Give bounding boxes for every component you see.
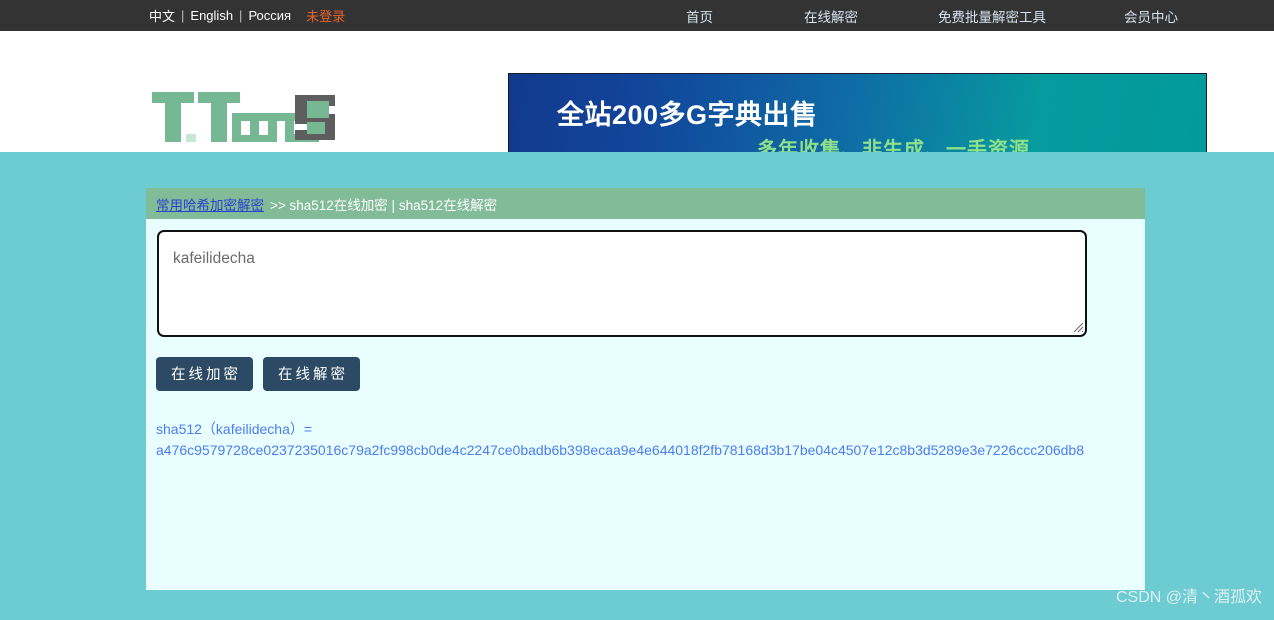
- page-body: 常用哈希加密解密 >> sha512在线加密 | sha512在线解密 在线加密…: [0, 152, 1274, 620]
- csdn-watermark: CSDN @清丶酒孤欢: [1115, 589, 1262, 606]
- plaintext-input[interactable]: [157, 230, 1087, 337]
- breadcrumb: 常用哈希加密解密 >> sha512在线加密 | sha512在线解密: [146, 188, 1145, 219]
- encrypt-button[interactable]: 在线加密: [156, 357, 253, 391]
- tool-panel: 常用哈希加密解密 >> sha512在线加密 | sha512在线解密 在线加密…: [146, 188, 1145, 590]
- main-navigation: 首页 在线解密 免费批量解密工具 会员中心: [660, 0, 1178, 31]
- nav-item-member-center[interactable]: 会员中心: [1124, 6, 1178, 26]
- result-output: sha512（kafeilidecha）= a476c9579728ce0237…: [156, 419, 1274, 461]
- login-status-link[interactable]: 未登录: [306, 6, 345, 25]
- language-option-english[interactable]: English: [189, 8, 234, 23]
- decrypt-button[interactable]: 在线解密: [263, 357, 360, 391]
- result-label: sha512（kafeilidecha）=: [156, 421, 313, 437]
- breadcrumb-current: >> sha512在线加密 | sha512在线解密: [270, 197, 498, 213]
- language-option-russian[interactable]: Россия: [247, 8, 292, 23]
- language-separator-1: |: [181, 8, 185, 23]
- breadcrumb-link-hash-tools[interactable]: 常用哈希加密解密: [156, 194, 264, 214]
- nav-item-batch-decrypt-tool[interactable]: 免费批量解密工具: [938, 6, 1046, 26]
- logo-ttmd5-icon: [152, 92, 335, 142]
- top-bar: 中文 | English | Россия 未登录 首页 在线解密 免费批量解密…: [0, 0, 1274, 31]
- result-hash-value[interactable]: a476c9579728ce0237235016c79a2fc998cb0de4…: [156, 440, 1274, 461]
- language-option-chinese[interactable]: 中文: [148, 6, 176, 25]
- site-header: 全站200多G字典出售 多年收集、非生成、一手资源: [0, 31, 1274, 170]
- banner-headline: 全站200多G字典出售: [557, 100, 818, 130]
- language-switcher: 中文 | English | Россия 未登录: [148, 0, 345, 31]
- language-separator-2: |: [239, 8, 243, 23]
- nav-item-home[interactable]: 首页: [686, 6, 713, 26]
- action-buttons: 在线加密 在线解密: [156, 357, 360, 391]
- site-logo[interactable]: [152, 92, 342, 142]
- nav-item-online-decrypt[interactable]: 在线解密: [804, 6, 858, 26]
- tool-content: 在线加密 在线解密 sha512（kafeilidecha）= a476c957…: [146, 219, 1145, 590]
